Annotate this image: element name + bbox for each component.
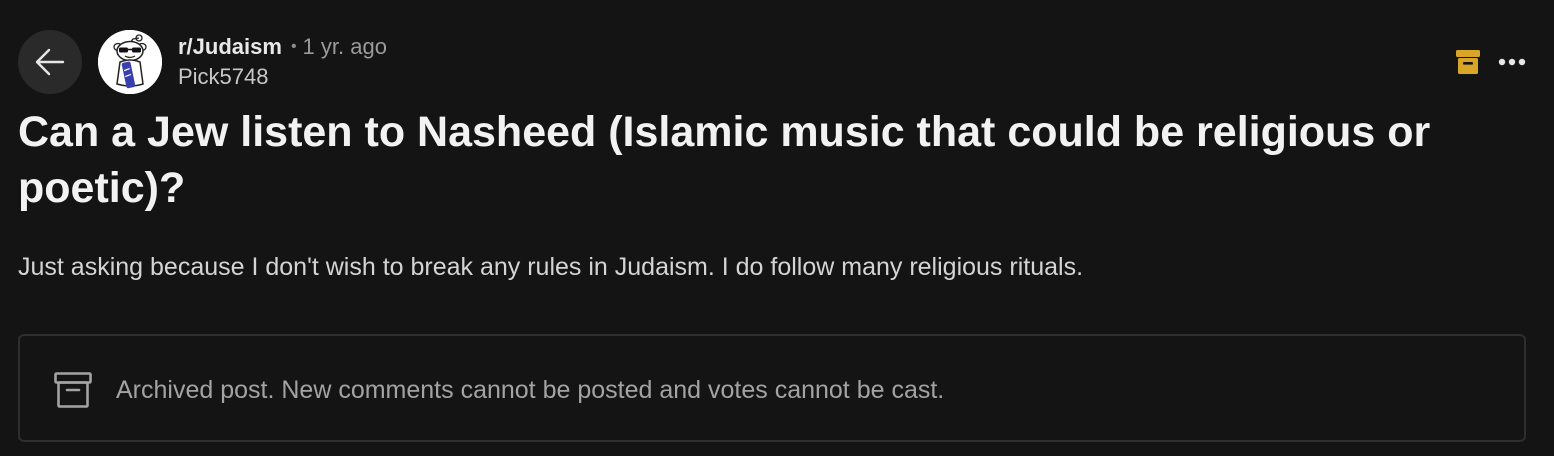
archive-box-icon (54, 372, 92, 408)
post-meta-line: r/Judaism • 1 yr. ago (178, 32, 387, 62)
author-link[interactable]: Pick5748 (178, 62, 387, 92)
post-body: Just asking because I don't wish to brea… (18, 253, 1084, 281)
subreddit-link[interactable]: r/Judaism (178, 32, 282, 62)
subreddit-avatar[interactable] (98, 30, 162, 94)
back-button[interactable] (18, 30, 82, 94)
post-meta: r/Judaism • 1 yr. ago Pick5748 (178, 32, 387, 92)
archived-notice-text: Archived post. New comments cannot be po… (116, 376, 945, 404)
archived-banner: Archived post. New comments cannot be po… (18, 334, 1526, 442)
more-options-button[interactable] (1496, 48, 1528, 76)
post-age: 1 yr. ago (302, 34, 387, 59)
archived-status-icon (1456, 49, 1480, 75)
meta-separator: • (290, 38, 297, 55)
arrow-left-icon (35, 48, 65, 76)
post-title: Can a Jew listen to Nasheed (Islamic mus… (18, 108, 1431, 212)
ellipsis-icon (1498, 58, 1526, 66)
snoo-avatar-icon (98, 30, 162, 94)
archive-box-icon (1456, 50, 1480, 74)
